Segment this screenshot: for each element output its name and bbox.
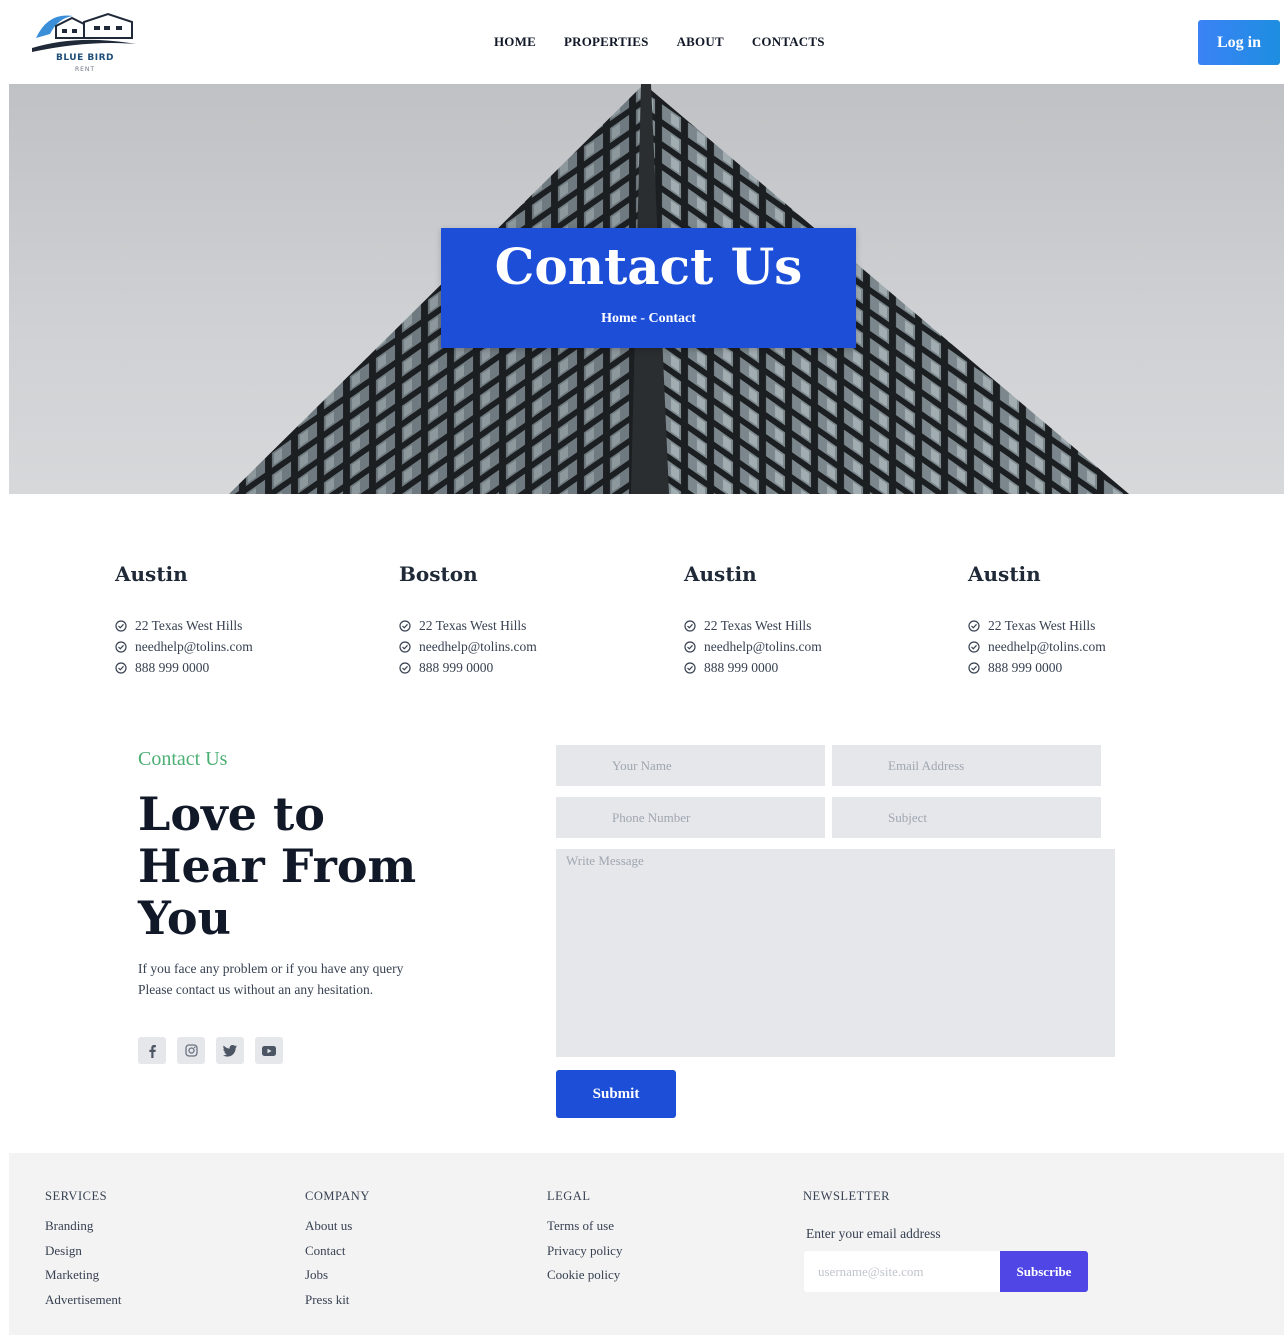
newsletter-form: Subscribe <box>804 1251 1088 1292</box>
footer-link[interactable]: Marketing <box>45 1267 122 1292</box>
office-phone[interactable]: 888 999 0000 <box>115 657 375 678</box>
footer-link[interactable]: Advertisement <box>45 1292 122 1317</box>
office-email[interactable]: needhelp@tolins.com <box>684 636 944 657</box>
office-phone-text[interactable]: 888 999 0000 <box>704 660 778 676</box>
office-email[interactable]: needhelp@tolins.com <box>115 636 375 657</box>
office-address: 22 Texas West Hills <box>684 615 944 636</box>
footer-column-services: SERVICES Branding Design Marketing Adver… <box>45 1189 122 1316</box>
office-address: 22 Texas West Hills <box>115 615 375 636</box>
check-circle-icon <box>684 640 696 653</box>
nav-contacts[interactable]: CONTACTS <box>752 34 825 50</box>
office-address: 22 Texas West Hills <box>399 615 659 636</box>
page-title: Contact Us <box>494 237 803 296</box>
nav-about[interactable]: ABOUT <box>677 34 724 50</box>
twitter-icon[interactable] <box>216 1037 244 1064</box>
logo-tagline: RENT <box>74 66 96 73</box>
footer-link[interactable]: Design <box>45 1243 122 1268</box>
office-address-text: 22 Texas West Hills <box>704 617 812 633</box>
office-email-text[interactable]: needhelp@tolins.com <box>704 639 822 655</box>
subject-input[interactable] <box>832 797 1101 838</box>
newsletter-label: Enter your email address <box>806 1226 941 1241</box>
logo-brand-name: BLUE BIRD <box>56 53 114 63</box>
office-phone-text[interactable]: 888 999 0000 <box>419 660 493 676</box>
footer-link[interactable]: Contact <box>305 1243 370 1268</box>
check-circle-icon <box>968 661 980 674</box>
office-card: Boston 22 Texas West Hills needhelp@toli… <box>399 562 659 678</box>
footer-column-newsletter: NEWSLETTER Enter your email address <box>803 1189 941 1242</box>
office-phone[interactable]: 888 999 0000 <box>399 657 659 678</box>
office-phone-text[interactable]: 888 999 0000 <box>988 660 1062 676</box>
contact-description: If you face any problem or if you have a… <box>138 961 404 997</box>
login-button[interactable]: Log in <box>1198 20 1280 65</box>
footer-heading: LEGAL <box>547 1189 591 1203</box>
office-city: Austin <box>968 562 1041 586</box>
footer-link[interactable]: Jobs <box>305 1267 370 1292</box>
site-header: BLUE BIRD RENT HOME PROPERTIES ABOUT CON… <box>0 0 1284 84</box>
youtube-icon[interactable] <box>255 1037 283 1064</box>
footer-link[interactable]: Press kit <box>305 1292 370 1317</box>
office-address-text: 22 Texas West Hills <box>419 617 527 633</box>
office-email-text[interactable]: needhelp@tolins.com <box>988 639 1106 655</box>
newsletter-email-input[interactable] <box>804 1251 1000 1292</box>
check-circle-icon <box>399 619 411 632</box>
footer-heading: NEWSLETTER <box>803 1189 890 1203</box>
footer-heading: COMPANY <box>305 1189 370 1203</box>
office-address-text: 22 Texas West Hills <box>988 617 1096 633</box>
check-circle-icon <box>399 640 411 653</box>
footer-column-company: COMPANY About us Contact Jobs Press kit <box>305 1189 370 1316</box>
main-nav: HOME PROPERTIES ABOUT CONTACTS <box>494 34 825 50</box>
check-circle-icon <box>968 640 980 653</box>
office-email[interactable]: needhelp@tolins.com <box>399 636 659 657</box>
office-city: Boston <box>399 562 478 586</box>
check-circle-icon <box>684 661 696 674</box>
email-input[interactable] <box>832 745 1101 786</box>
office-address-text: 22 Texas West Hills <box>135 617 243 633</box>
footer-column-legal: LEGAL Terms of use Privacy policy Cookie… <box>547 1189 622 1292</box>
footer-heading: SERVICES <box>45 1189 108 1203</box>
office-address: 22 Texas West Hills <box>968 615 1228 636</box>
footer-link[interactable]: Branding <box>45 1218 122 1243</box>
facebook-icon[interactable] <box>138 1037 166 1064</box>
check-circle-icon <box>968 619 980 632</box>
office-email-text[interactable]: needhelp@tolins.com <box>135 639 253 655</box>
footer-link[interactable]: Cookie policy <box>547 1267 622 1292</box>
breadcrumb[interactable]: Home - Contact <box>441 311 856 327</box>
check-circle-icon <box>399 661 411 674</box>
footer-link[interactable]: Privacy policy <box>547 1243 622 1268</box>
office-phone[interactable]: 888 999 0000 <box>968 657 1228 678</box>
office-card: Austin 22 Texas West Hills needhelp@toli… <box>684 562 944 678</box>
office-card: Austin 22 Texas West Hills needhelp@toli… <box>115 562 375 678</box>
office-city: Austin <box>115 562 188 586</box>
site-footer: SERVICES Branding Design Marketing Adver… <box>9 1153 1284 1335</box>
nav-properties[interactable]: PROPERTIES <box>564 34 649 50</box>
message-textarea[interactable] <box>556 849 1115 1057</box>
hero-banner: Contact Us Home - Contact <box>9 84 1284 494</box>
house-logo-icon <box>32 12 136 52</box>
check-circle-icon <box>115 661 127 674</box>
office-email[interactable]: needhelp@tolins.com <box>968 636 1228 657</box>
hero-title-box: Contact Us Home - Contact <box>441 228 856 348</box>
instagram-icon[interactable] <box>177 1037 205 1064</box>
brand-logo[interactable]: BLUE BIRD RENT <box>28 8 140 78</box>
office-phone[interactable]: 888 999 0000 <box>684 657 944 678</box>
office-card: Austin 22 Texas West Hills needhelp@toli… <box>968 562 1228 678</box>
office-city: Austin <box>684 562 757 586</box>
check-circle-icon <box>684 619 696 632</box>
footer-link[interactable]: About us <box>305 1218 370 1243</box>
check-circle-icon <box>115 640 127 653</box>
contact-heading: Love to Hear From You <box>138 787 417 945</box>
name-input[interactable] <box>556 745 825 786</box>
footer-link[interactable]: Terms of use <box>547 1218 622 1243</box>
subscribe-button[interactable]: Subscribe <box>1000 1251 1088 1292</box>
office-phone-text[interactable]: 888 999 0000 <box>135 660 209 676</box>
office-email-text[interactable]: needhelp@tolins.com <box>419 639 537 655</box>
submit-button[interactable]: Submit <box>556 1070 676 1118</box>
contact-eyebrow: Contact Us <box>138 748 228 770</box>
social-links <box>138 1037 283 1064</box>
check-circle-icon <box>115 619 127 632</box>
nav-home[interactable]: HOME <box>494 34 536 50</box>
phone-input[interactable] <box>556 797 825 838</box>
